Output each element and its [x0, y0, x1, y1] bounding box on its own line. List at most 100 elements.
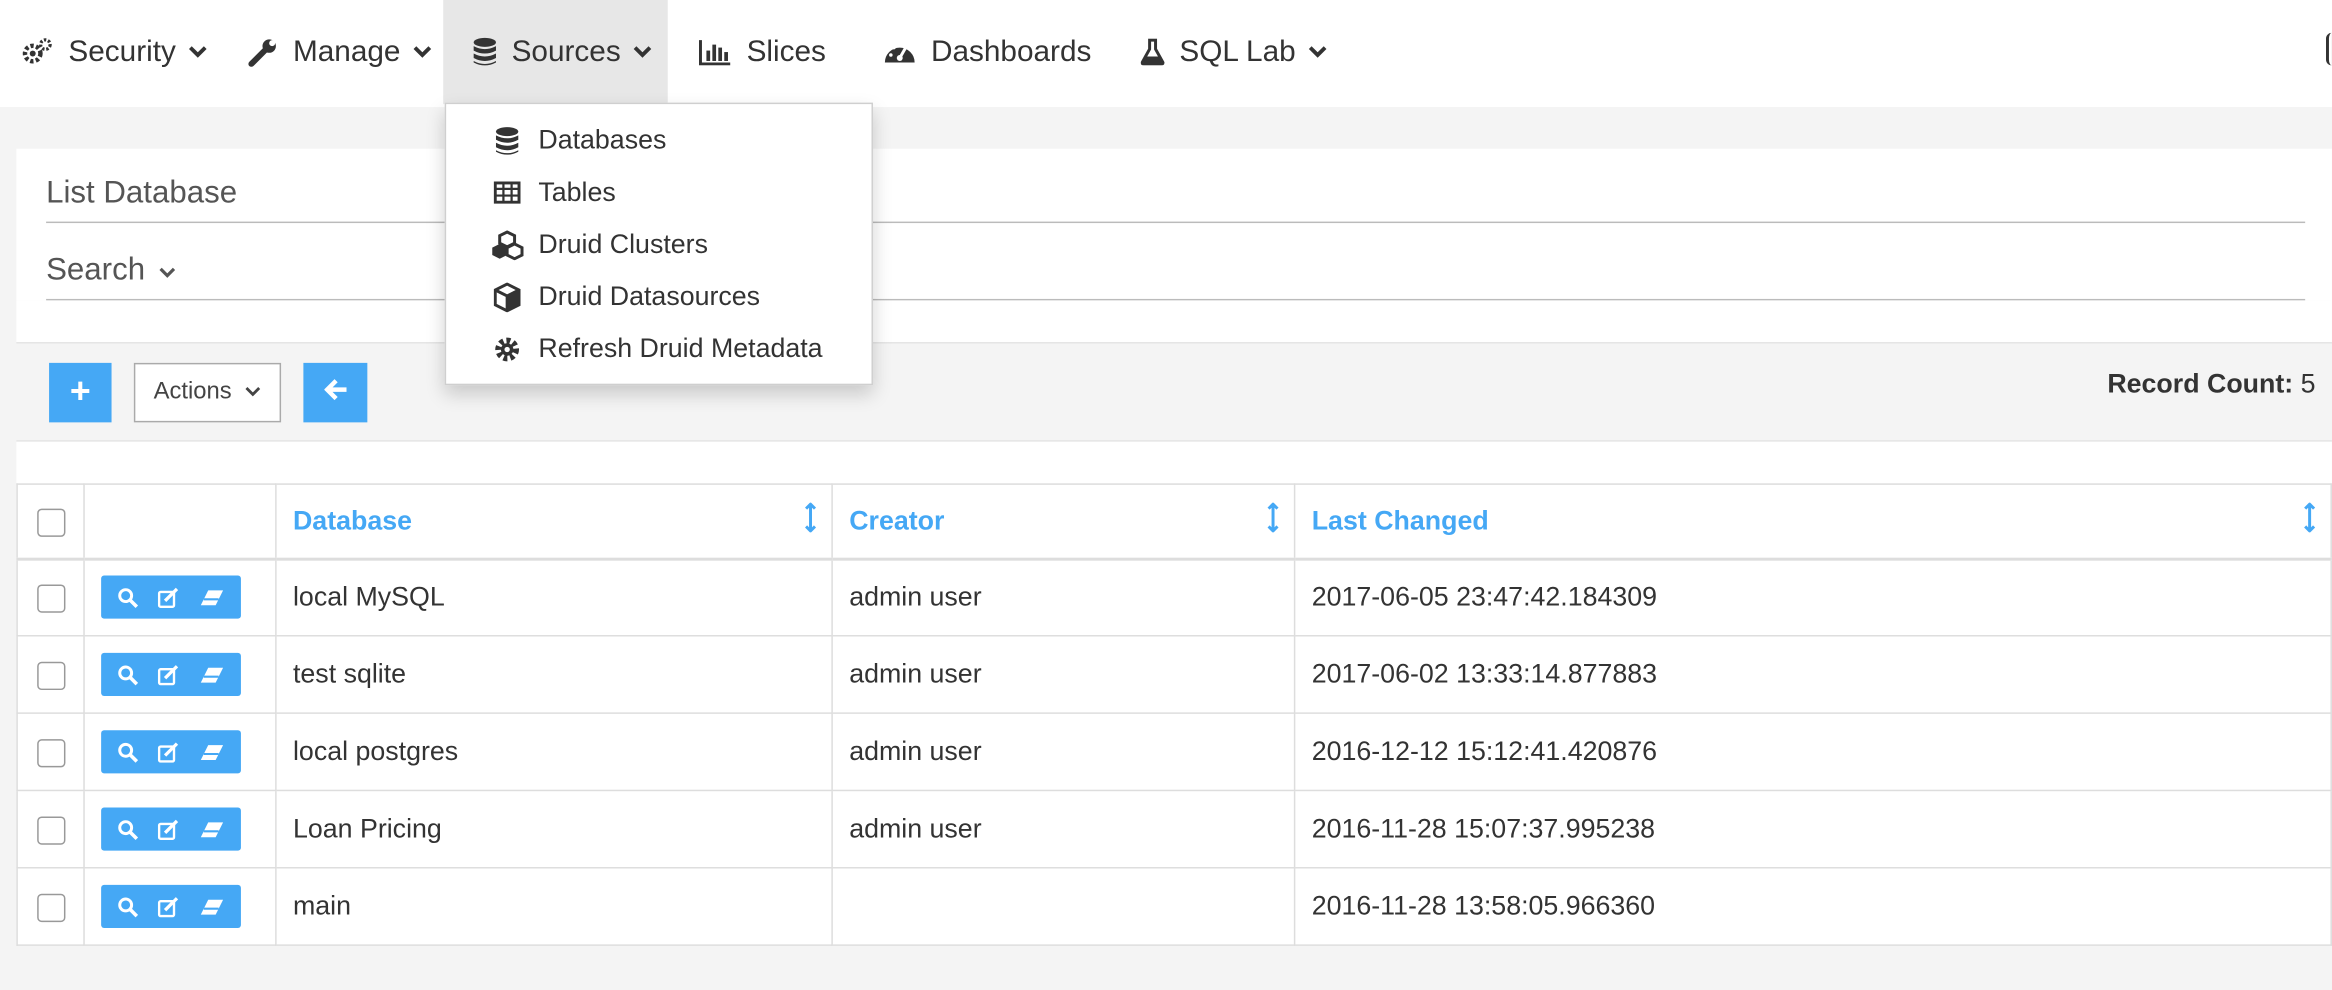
- menu-item-druid-datasources[interactable]: Druid Datasources: [446, 271, 871, 323]
- select-all-checkbox[interactable]: [36, 507, 65, 537]
- cell-creator: admin user: [831, 635, 1296, 714]
- spacer: [16, 300, 2332, 343]
- cell-creator: admin user: [831, 789, 1296, 869]
- cell-database: local MySQL: [275, 557, 833, 637]
- search-icon[interactable]: [117, 819, 138, 840]
- menu-item-label: Databases: [538, 124, 667, 155]
- cell-last-changed: 2016-11-28 13:58:05.966360: [1293, 867, 2332, 946]
- menu-item-druid-clusters[interactable]: Druid Clusters: [446, 219, 871, 271]
- column-header-last-changed[interactable]: Last Changed: [1293, 483, 2332, 560]
- cell-creator: [831, 867, 1296, 946]
- nav-manage[interactable]: Manage: [248, 0, 433, 104]
- sort-icon[interactable]: [1267, 502, 1279, 540]
- chevron-down-icon: [244, 379, 262, 406]
- edit-icon[interactable]: [157, 664, 180, 685]
- edit-icon[interactable]: [157, 587, 180, 608]
- cubes-icon: [489, 229, 525, 260]
- row-checkbox[interactable]: [36, 661, 65, 690]
- add-record-button[interactable]: +: [49, 362, 112, 423]
- search-icon[interactable]: [117, 664, 138, 685]
- table-row: local postgres admin user 2016-12-12 15:…: [16, 712, 2332, 792]
- row-checkbox[interactable]: [36, 584, 65, 613]
- page-title: List Database: [46, 175, 238, 210]
- back-button[interactable]: [303, 362, 368, 423]
- search-label: Search: [46, 252, 146, 288]
- column-header-label: Database: [292, 505, 413, 536]
- cell-creator: admin user: [831, 557, 1296, 637]
- nav-sql-lab[interactable]: SQL Lab: [1140, 0, 1329, 104]
- record-count: Record Count: 5: [2107, 369, 2315, 400]
- chevron-down-icon: [412, 45, 433, 60]
- table-row: test sqlite admin user 2017-06-02 13:33:…: [16, 635, 2332, 714]
- row-actions: [101, 730, 241, 774]
- menu-item-label: Tables: [538, 176, 616, 207]
- nav-sources[interactable]: Sources: [443, 0, 668, 105]
- list-toolbar: + Actions Record Count: 5: [16, 342, 2332, 442]
- actions-header: [83, 483, 277, 560]
- list-panel: List Database Search: [16, 148, 2332, 301]
- divider: [46, 221, 2306, 224]
- row-checkbox[interactable]: [36, 816, 65, 845]
- chevron-down-icon: [157, 253, 176, 289]
- select-all-cell: [16, 483, 85, 560]
- actions-dropdown[interactable]: Actions: [133, 362, 282, 423]
- dashboard-icon: [883, 39, 916, 66]
- cell-last-changed: 2016-12-12 15:12:41.420876: [1293, 712, 2332, 792]
- nav-security-label: Security: [68, 34, 176, 68]
- search-icon[interactable]: [117, 896, 138, 917]
- database-table: Database Creator Last Changed local MySQ…: [16, 483, 2332, 946]
- edit-icon[interactable]: [157, 819, 180, 840]
- nav-security[interactable]: Security: [21, 0, 209, 104]
- cell-creator: admin user: [831, 712, 1296, 792]
- sort-icon[interactable]: [2304, 502, 2316, 540]
- column-header-label: Creator: [849, 505, 945, 536]
- row-actions: [101, 884, 241, 929]
- database-icon: [489, 126, 525, 156]
- eraser-icon[interactable]: [200, 743, 225, 761]
- cell-database: main: [275, 867, 833, 946]
- row-checkbox[interactable]: [36, 893, 65, 922]
- eraser-icon[interactable]: [200, 820, 225, 838]
- nav-manage-label: Manage: [292, 34, 401, 68]
- eraser-icon[interactable]: [200, 898, 225, 916]
- record-count-label: Record Count:: [2107, 368, 2294, 399]
- column-header-creator[interactable]: Creator: [831, 483, 1296, 560]
- nav-slices[interactable]: Slices: [698, 0, 826, 104]
- eraser-icon[interactable]: [200, 666, 225, 684]
- sort-icon[interactable]: [805, 502, 817, 540]
- arrow-left-icon: [323, 377, 347, 408]
- cell-last-changed: 2017-06-05 23:47:42.184309: [1293, 557, 2332, 637]
- menu-item-refresh-druid-metadata[interactable]: Refresh Druid Metadata: [446, 323, 871, 375]
- table-row: Loan Pricing admin user 2016-11-28 15:07…: [16, 789, 2332, 869]
- column-header-database[interactable]: Database: [275, 483, 833, 560]
- menu-item-label: Druid Datasources: [538, 281, 761, 311]
- menu-item-label: Druid Clusters: [538, 229, 708, 259]
- row-select-cell: [16, 635, 85, 714]
- edit-icon[interactable]: [157, 896, 180, 917]
- table-icon: [489, 181, 525, 204]
- row-actions-cell: [83, 557, 277, 637]
- nav-slices-label: Slices: [746, 34, 826, 68]
- row-select-cell: [16, 867, 85, 946]
- row-actions-cell: [83, 712, 277, 792]
- actions-label: Actions: [153, 379, 232, 405]
- search-icon[interactable]: [117, 587, 138, 608]
- search-icon[interactable]: [117, 741, 138, 762]
- database-icon: [473, 37, 497, 67]
- edit-icon[interactable]: [157, 741, 180, 762]
- nav-dashboards[interactable]: Dashboards: [883, 0, 1091, 104]
- eraser-icon[interactable]: [200, 589, 225, 607]
- menu-item-databases[interactable]: Databases: [446, 115, 871, 167]
- row-select-cell: [16, 557, 85, 637]
- row-actions: [101, 807, 241, 851]
- nav-sources-label: Sources: [511, 34, 621, 68]
- row-checkbox[interactable]: [36, 738, 65, 768]
- cell-last-changed: 2017-06-02 13:33:14.877883: [1293, 635, 2332, 714]
- table-row: main 2016-11-28 13:58:05.966360: [16, 867, 2332, 946]
- search-toggle[interactable]: Search: [46, 253, 176, 289]
- cube-icon: [489, 281, 525, 312]
- row-select-cell: [16, 789, 85, 869]
- chevron-down-icon: [188, 45, 209, 60]
- menu-item-tables[interactable]: Tables: [446, 167, 871, 219]
- chevron-down-icon: [633, 45, 654, 60]
